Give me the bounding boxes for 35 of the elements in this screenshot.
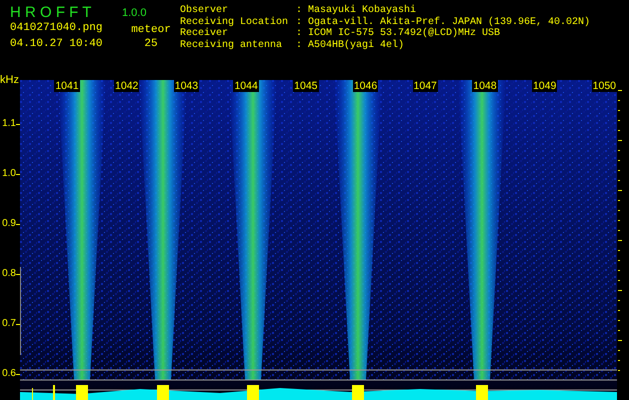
info-label: Receiving Location <box>180 16 290 28</box>
time-label: 1044 <box>233 80 259 92</box>
time-label: 1043 <box>174 80 200 92</box>
axis-label: 0.7 <box>2 318 16 330</box>
info-value: Ogata-vill. Akita-Pref. JAPAN (139.96E, 40.02N) <box>308 16 590 28</box>
time-label: 1047 <box>412 80 438 92</box>
time-label: 1041 <box>54 80 80 92</box>
info-separator: : <box>296 28 304 40</box>
info-label: Receiving antenna <box>180 40 284 51</box>
meteor-label: meteor <box>130 24 172 36</box>
version-label: 1.0.0 <box>122 6 148 18</box>
time-label: 1046 <box>352 80 378 92</box>
info-separator: : <box>296 16 304 28</box>
axis-label: 1.0 <box>2 168 16 180</box>
axis-unit: kHz <box>0 74 19 86</box>
axis-label: 0.6 <box>2 368 16 380</box>
info-separator: : <box>296 40 304 51</box>
file-name: 0410271040.png <box>10 22 104 34</box>
axis-label: 1.1 <box>2 118 16 130</box>
time-label: 1048 <box>472 80 498 92</box>
info-value: Masayuki Kobayashi <box>308 5 418 16</box>
axis-label: 0.8 <box>2 268 16 280</box>
info-label: Observer <box>180 5 230 16</box>
info-separator: : <box>296 5 304 16</box>
time-label: 1050 <box>592 80 617 92</box>
time-label: 1049 <box>532 80 558 92</box>
time-label: 1042 <box>114 80 140 92</box>
axis-label: 0.9 <box>2 218 16 230</box>
app-title: H R O F F T <box>10 4 92 21</box>
time-label: 1045 <box>293 80 318 92</box>
info-label: Receiver <box>180 28 230 40</box>
date-time: 04.10.27 10:40 <box>10 38 104 50</box>
info-value: ICOM IC-575 53.7492(@LCD)MHz USB <box>308 28 502 40</box>
meteor-count: 25 <box>143 38 159 50</box>
info-value: A504HB(yagi 4el) <box>308 40 406 51</box>
